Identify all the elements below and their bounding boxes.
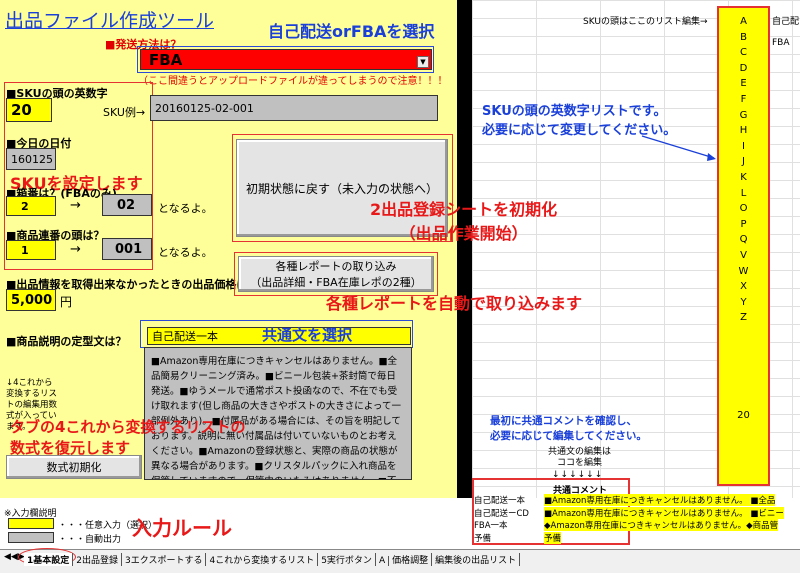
common-row-name: 自己配送ーCD [474, 508, 529, 519]
serial-suffix: となるよ。 [158, 246, 213, 259]
sheet-tab[interactable]: 3エクスポートする [122, 553, 207, 566]
annotation-sku-list: SKUの頭の英数字リストです。 必要に応じて変更してください。 [482, 104, 677, 138]
sku-list-item[interactable]: J [717, 156, 770, 167]
sku-list-item[interactable]: P [717, 219, 770, 230]
sku-prefix-input[interactable]: 20 [6, 98, 52, 122]
legend-auto-swatch [8, 532, 54, 543]
common-row-text[interactable]: ■Amazon専用在庫につきキャンセルはありません。 ■ビニー [544, 506, 784, 519]
formula-reset-button[interactable]: 数式初期化 [6, 455, 142, 479]
page-title: 出品ファイル作成ツール [5, 10, 215, 32]
sku-list-item[interactable]: G [717, 110, 770, 121]
annotation-formula-note: タブの4これから変換するリストの 数式を復元します [10, 418, 246, 457]
common-row-name: FBA一本 [474, 521, 508, 531]
chevron-down-icon[interactable]: ▼ [417, 56, 429, 68]
shipping-warning: （ここ間違うとアップロードファイルが違ってしまうので注意！！！ [138, 76, 448, 87]
sku-list-item[interactable]: O [717, 203, 770, 214]
box-result: 02 [102, 194, 152, 216]
sku-list-item[interactable]: V [717, 250, 770, 261]
sku-list-item[interactable]: Y [717, 297, 770, 308]
box-input[interactable]: 2 [6, 196, 56, 216]
sheet-tab[interactable]: 5実行ボタン [318, 553, 376, 566]
common-table: 自己配送一本 ■Amazon専用在庫につきキャンセルはありません。 ■全品 自己配送… [472, 494, 800, 544]
today-value: 160125 [6, 148, 56, 170]
sheet-tab[interactable]: 4これから変換するリスト [206, 553, 319, 566]
sku-list-item[interactable]: I [717, 141, 770, 152]
shipping-select[interactable]: FBA ▼ [140, 49, 432, 70]
common-row: 自己配送一本 ■Amazon専用在庫につきキャンセルはありません。 ■全品 [472, 494, 800, 506]
sku-list-item[interactable]: A [717, 16, 770, 27]
common-row: 予備 予備 [472, 531, 800, 544]
sku-list-item[interactable]: C [717, 47, 770, 58]
sku-side-2: FBA [772, 38, 790, 48]
annotation-input-rule: 入力ルール [132, 516, 232, 540]
shipping-value: FBA [149, 50, 183, 69]
sheet-tab[interactable]: 価格調整 [389, 553, 433, 566]
sku-list-item[interactable]: 20 [717, 410, 770, 421]
sku-list-item[interactable]: X [717, 281, 770, 292]
common-row: FBA一本 ◆Amazon専用在庫につきキャンセルはありません。◆商品管 [472, 519, 800, 531]
serial-result: 001 [102, 238, 152, 260]
annotation-select-shipping: 自己配送orFBAを選択 [268, 22, 435, 41]
legend-auto: ・・・自動出力 [58, 535, 122, 545]
sku-list-item[interactable]: Q [717, 234, 770, 245]
sku-list-item[interactable]: D [717, 63, 770, 74]
description-body: ■Amazon専用在庫につきキャンセルはありません。■全品簡易クリーニング済み。… [144, 347, 412, 480]
sheet-tab[interactable]: 1基本設定 [24, 553, 74, 566]
sku-list-item[interactable]: B [717, 32, 770, 43]
description-label: ■商品説明の定型文は？ [6, 335, 127, 348]
sku-list-item[interactable]: W [717, 266, 770, 277]
panel-divider [457, 0, 472, 498]
import-button[interactable]: 各種レポートの取り込み （出品詳細・FBA在庫レポの2種） [238, 256, 434, 292]
sheet-tabs: 1基本設定 2出品登録 3エクスポートする 4これから変換するリスト 5実行ボタン A 価格… [24, 553, 521, 566]
sku-list-header: SKUの頭はここのリスト編集→ [583, 17, 708, 27]
common-row-text[interactable]: 予備 [544, 531, 562, 544]
common-row: 自己配送ーCD ■Amazon専用在庫につきキャンセルはありません。 ■ビニー [472, 506, 800, 519]
sheet-tab[interactable]: 2出品登録 [73, 553, 122, 566]
sku-list-item[interactable]: H [717, 125, 770, 136]
box-suffix: となるよ。 [158, 202, 213, 215]
sku-list-item[interactable]: F [717, 94, 770, 105]
sku-list-item[interactable]: K [717, 172, 770, 183]
box-arrow: → [70, 198, 81, 213]
common-row-name: 自己配送一本 [474, 496, 526, 506]
sku-list: A B C D E F G H I J K L O P Q V W X Y Z 20 [717, 6, 770, 486]
price-input[interactable]: 5,000 [6, 289, 56, 311]
annotation-common-comment: 最初に共通コメントを確認し、 必要に応じて編集してください。 [490, 415, 647, 442]
annotation-auto-import: 各種レポートを自動で取り込みます [326, 294, 583, 313]
common-edit-hint: 共通文の編集は ココを編集 [548, 447, 612, 468]
sku-example-label: SKU例→ [103, 106, 146, 119]
sheet-tab[interactable]: A [376, 556, 390, 566]
annotation-select-common: 共通文を選択 [262, 326, 353, 344]
serial-arrow: → [70, 242, 81, 257]
common-row-text[interactable]: ■Amazon専用在庫につきキャンセルはありません。 ■全品 [544, 494, 776, 506]
sku-example-value: 20160125-02-001 [150, 95, 438, 121]
sku-side-1: 自己配 [772, 17, 800, 27]
sheet-tab[interactable]: 編集後の出品リスト [432, 553, 521, 566]
common-row-name: 予備 [474, 533, 492, 544]
sku-list-item[interactable]: L [717, 188, 770, 199]
legend-optional-swatch [8, 518, 54, 529]
price-unit: 円 [60, 295, 73, 309]
arrow-to-sku-list [641, 135, 716, 161]
serial-input[interactable]: 1 [6, 240, 56, 260]
annotation-init-sheet: 2出品登録シートを初期化 （出品作業開始） [370, 200, 558, 243]
sku-list-item[interactable]: E [717, 78, 770, 89]
sku-list-item[interactable]: Z [717, 312, 770, 323]
common-row-text[interactable]: ◆Amazon専用在庫につきキャンセルはありません。◆商品管 [544, 519, 779, 531]
